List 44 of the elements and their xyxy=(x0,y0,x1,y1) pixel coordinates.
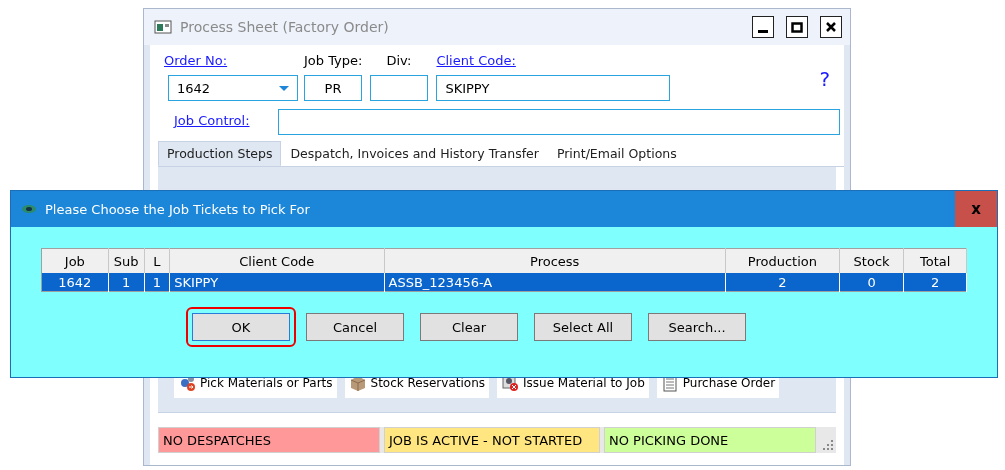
link[interactable]: Job Control: xyxy=(174,113,250,131)
dialog-button[interactable]: Cancel xyxy=(306,313,404,341)
dialog-button[interactable]: Clear xyxy=(420,313,518,341)
app-icon xyxy=(154,20,172,34)
close-button[interactable]: x xyxy=(955,191,997,227)
close-icon xyxy=(824,20,838,34)
maximize-icon xyxy=(790,20,804,34)
column-header[interactable]: Total xyxy=(903,248,967,273)
column-header[interactable]: Client Code xyxy=(169,248,384,273)
maximize-button[interactable] xyxy=(786,16,808,38)
field-label: Job Type: xyxy=(304,53,363,70)
link[interactable]: Order No: xyxy=(164,53,298,71)
resize-grip-icon xyxy=(823,440,833,450)
dialog-title: Please Choose the Job Tickets to Pick For xyxy=(45,201,311,217)
column-header[interactable]: Job xyxy=(41,248,109,273)
column-header[interactable]: Sub xyxy=(108,248,145,273)
field-label: Div: xyxy=(385,53,413,70)
column-header[interactable]: L xyxy=(144,248,170,273)
eye-icon xyxy=(21,204,37,214)
dialog-button[interactable]: OK xyxy=(192,313,290,341)
dialog-button[interactable]: Select All xyxy=(534,313,632,341)
column-header[interactable]: Stock xyxy=(839,248,904,273)
tab[interactable]: Despatch, Invoices and History Transfer xyxy=(281,141,548,166)
tab[interactable]: Print/Email Options xyxy=(547,141,686,166)
input-field[interactable]: SKIPPY xyxy=(436,75,671,101)
order-dropdown[interactable]: 1642 xyxy=(168,75,298,101)
status-panel: NO PICKING DONE xyxy=(604,427,816,453)
status-panel: JOB IS ACTIVE - NOT STARTED xyxy=(384,427,600,453)
status-panel: NO DESPATCHES xyxy=(158,427,380,453)
table-row[interactable]: 1642 1 1 SKIPPY ASSB_123456-A 2 0 2 xyxy=(41,273,967,292)
close-button[interactable] xyxy=(820,16,842,38)
minimize-button[interactable] xyxy=(752,16,774,38)
input-field[interactable]: PR xyxy=(304,75,362,101)
input-field[interactable] xyxy=(277,109,840,135)
caret-icon xyxy=(279,85,289,91)
minimize-icon xyxy=(758,29,768,33)
link[interactable]: Client Code: xyxy=(436,53,671,71)
input-field[interactable] xyxy=(370,75,429,101)
tab[interactable]: Production Steps xyxy=(158,141,282,166)
column-header[interactable]: Process xyxy=(384,248,726,273)
help-link[interactable]: ? xyxy=(819,67,830,91)
window-title: Process Sheet (Factory Order) xyxy=(180,19,390,35)
dialog-button[interactable]: Search... xyxy=(648,313,746,341)
column-header[interactable]: Production xyxy=(725,248,840,273)
